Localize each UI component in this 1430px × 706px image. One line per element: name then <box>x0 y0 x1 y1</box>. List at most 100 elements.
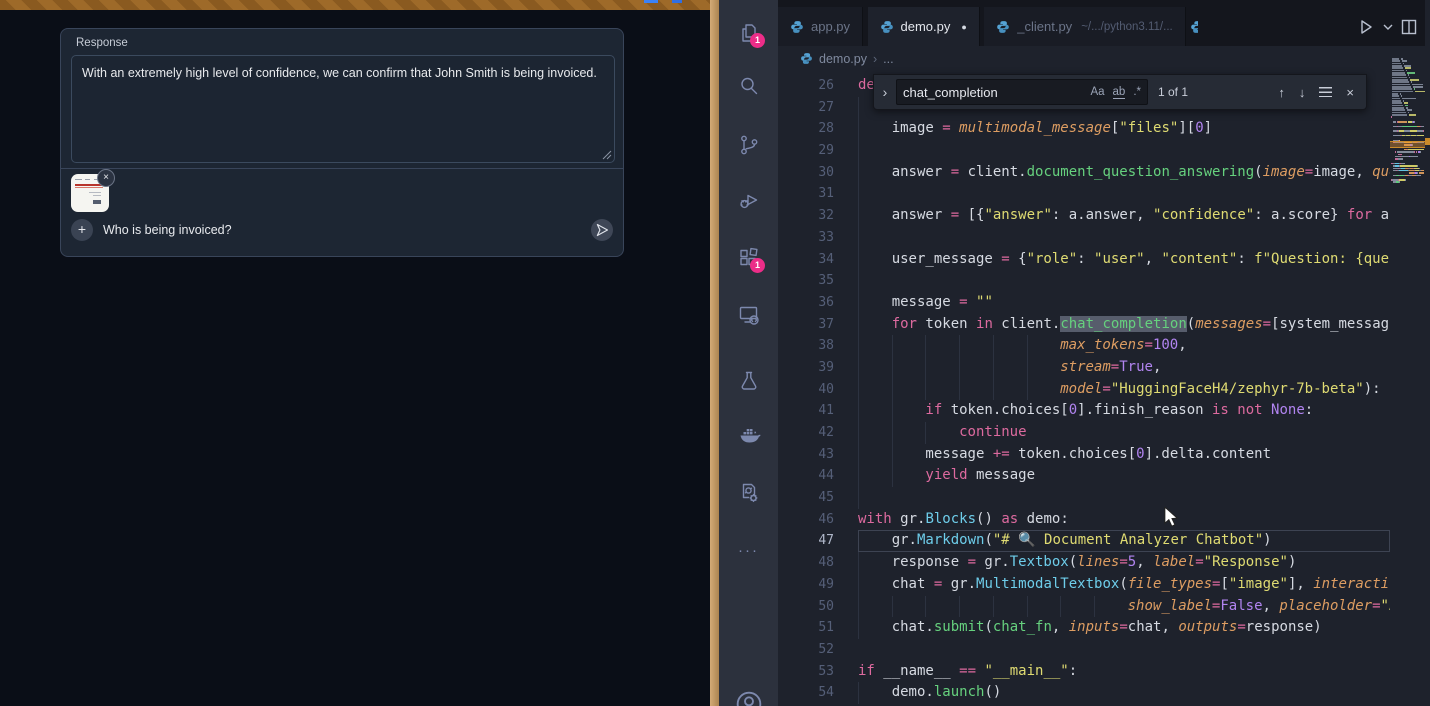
code-line[interactable]: 52 <box>778 639 1390 661</box>
upload-button[interactable]: + <box>71 219 93 241</box>
remote-explorer-icon <box>737 303 761 327</box>
code-line[interactable]: 36 message = "" <box>778 292 1390 314</box>
code-text: continue <box>858 422 1390 444</box>
find-previous-button[interactable]: ↑ <box>1278 85 1285 100</box>
code-text <box>858 183 1390 205</box>
code-text <box>858 270 1390 292</box>
editor-region: app.py demo.py ● _client.py <box>778 0 1430 706</box>
code-line[interactable]: 46with gr.Blocks() as demo: <box>778 509 1390 531</box>
code-line[interactable]: 34 user_message = {"role": "user", "cont… <box>778 249 1390 271</box>
tab-demo-py[interactable]: demo.py ● <box>868 7 980 46</box>
code-line[interactable]: 49 chat = gr.MultimodalTextbox(file_type… <box>778 574 1390 596</box>
account-button[interactable] <box>719 688 778 706</box>
line-number: 54 <box>778 682 858 704</box>
breadcrumb-symbol[interactable]: ... <box>883 52 893 66</box>
sidebar-item-testing[interactable] <box>719 369 778 393</box>
remove-attachment-button[interactable]: × <box>97 169 115 187</box>
code-line[interactable]: 40 model="HuggingFaceH4/zephyr-7b-beta")… <box>778 379 1390 401</box>
code-line[interactable]: 32 answer = [{"answer": a.answer, "confi… <box>778 205 1390 227</box>
code-line[interactable]: 35 <box>778 270 1390 292</box>
code-line[interactable]: 51 chat.submit(chat_fn, inputs=chat, out… <box>778 617 1390 639</box>
response-label: Response <box>76 37 128 49</box>
sidebar-item-run-debug[interactable] <box>719 188 778 212</box>
chat-input[interactable]: Who is being invoiced? <box>103 223 232 237</box>
sidebar-item-api-tools[interactable] <box>719 481 778 505</box>
source-control-icon <box>737 133 761 157</box>
attachment-thumbnail[interactable]: × <box>71 174 109 212</box>
regex-toggle[interactable]: .* <box>1133 86 1141 98</box>
sidebar-item-source-control[interactable] <box>719 133 778 157</box>
code-line[interactable]: 43 message += token.choices[0].delta.con… <box>778 444 1390 466</box>
code-line[interactable]: 45 <box>778 487 1390 509</box>
split-editor-button[interactable] <box>1400 18 1418 36</box>
sidebar-item-extensions[interactable]: 1 <box>719 246 778 270</box>
code-text: stream=True, <box>858 357 1390 379</box>
minimap[interactable] <box>1390 47 1425 706</box>
code-text: answer = [{"answer": a.answer, "confiden… <box>858 205 1390 227</box>
code-line[interactable]: 47 gr.Markdown("# 🔍 Document Analyzer Ch… <box>778 530 1390 552</box>
code-line[interactable]: 53if __name__ == "__main__": <box>778 661 1390 683</box>
sidebar-item-docker[interactable] <box>719 423 778 447</box>
file-gear-icon <box>737 481 761 505</box>
match-case-toggle[interactable]: Aa <box>1090 86 1104 98</box>
tab-client-py[interactable]: _client.py ~/.../python3.11/... <box>984 7 1185 46</box>
response-textarea[interactable]: With an extremely high level of confiden… <box>71 55 615 163</box>
activity-more-button[interactable]: ··· <box>719 541 778 565</box>
code-line[interactable]: 28 image = multimodal_message["files"][0… <box>778 118 1390 140</box>
find-close-button[interactable]: × <box>1346 85 1354 100</box>
line-number: 51 <box>778 617 858 639</box>
code-line[interactable]: 44 yield message <box>778 465 1390 487</box>
resize-handle-icon[interactable] <box>602 150 612 160</box>
vscode-window: 1 <box>719 0 1430 706</box>
breadcrumb-file[interactable]: demo.py <box>819 52 867 66</box>
code-line[interactable]: 33 <box>778 227 1390 249</box>
line-number: 35 <box>778 270 858 292</box>
line-number: 36 <box>778 292 858 314</box>
sidebar-item-explorer[interactable]: 1 <box>719 21 778 45</box>
code-line[interactable]: 30 answer = client.document_question_ans… <box>778 162 1390 184</box>
find-in-selection-button[interactable] <box>1319 87 1332 97</box>
code-line[interactable]: 37 for token in client.chat_completion(m… <box>778 314 1390 336</box>
send-icon <box>594 222 610 238</box>
line-number: 44 <box>778 465 858 487</box>
line-number: 42 <box>778 422 858 444</box>
sidebar-item-remote-explorer[interactable] <box>719 303 778 327</box>
top-blue-fragment <box>672 0 682 3</box>
code-line[interactable]: 29 <box>778 140 1390 162</box>
code-line[interactable]: 50 show_label=False, placeholder="Ask a … <box>778 596 1390 618</box>
pane-divider[interactable] <box>710 0 719 706</box>
find-next-button[interactable]: ↓ <box>1299 85 1306 100</box>
line-number: 45 <box>778 487 858 509</box>
tab-app-py[interactable]: app.py <box>778 7 863 46</box>
overview-ruler <box>1425 0 1430 706</box>
line-number: 29 <box>778 140 858 162</box>
modified-dot-icon[interactable]: ● <box>961 22 966 32</box>
line-number: 28 <box>778 118 858 140</box>
sidebar-item-search[interactable] <box>719 74 778 98</box>
line-number: 40 <box>778 379 858 401</box>
line-number: 31 <box>778 183 858 205</box>
code-line[interactable]: 38 max_tokens=100, <box>778 335 1390 357</box>
whole-word-toggle[interactable]: ab <box>1113 86 1126 99</box>
code-line[interactable]: 42 continue <box>778 422 1390 444</box>
line-number: 33 <box>778 227 858 249</box>
code-line[interactable]: 39 stream=True, <box>778 357 1390 379</box>
panel-divider <box>61 168 623 169</box>
code-line[interactable]: 54 demo.launch() <box>778 682 1390 704</box>
code-text: chat.submit(chat_fn, inputs=chat, output… <box>858 617 1390 639</box>
run-dropdown-chevron-icon[interactable] <box>1382 21 1394 33</box>
code-text: if __name__ == "__main__": <box>858 661 1390 683</box>
run-python-file-button[interactable] <box>1356 17 1376 37</box>
python-file-icon <box>790 20 804 34</box>
code-line[interactable]: 41 if token.choices[0].finish_reason is … <box>778 400 1390 422</box>
code-editor[interactable]: 26de27 28 image = multimodal_message["fi… <box>778 71 1390 706</box>
line-number: 27 <box>778 97 858 119</box>
breadcrumb[interactable]: demo.py › ... <box>778 46 1390 71</box>
code-line[interactable]: 48 response = gr.Textbox(lines=5, label=… <box>778 552 1390 574</box>
code-line[interactable]: 31 <box>778 183 1390 205</box>
find-input[interactable]: chat_completion Aa ab .* <box>896 79 1148 105</box>
code-text: demo.launch() <box>858 682 1390 704</box>
toggle-replace-chevron[interactable]: › <box>874 84 896 100</box>
submit-button[interactable] <box>591 219 613 241</box>
run-debug-icon <box>737 188 761 212</box>
